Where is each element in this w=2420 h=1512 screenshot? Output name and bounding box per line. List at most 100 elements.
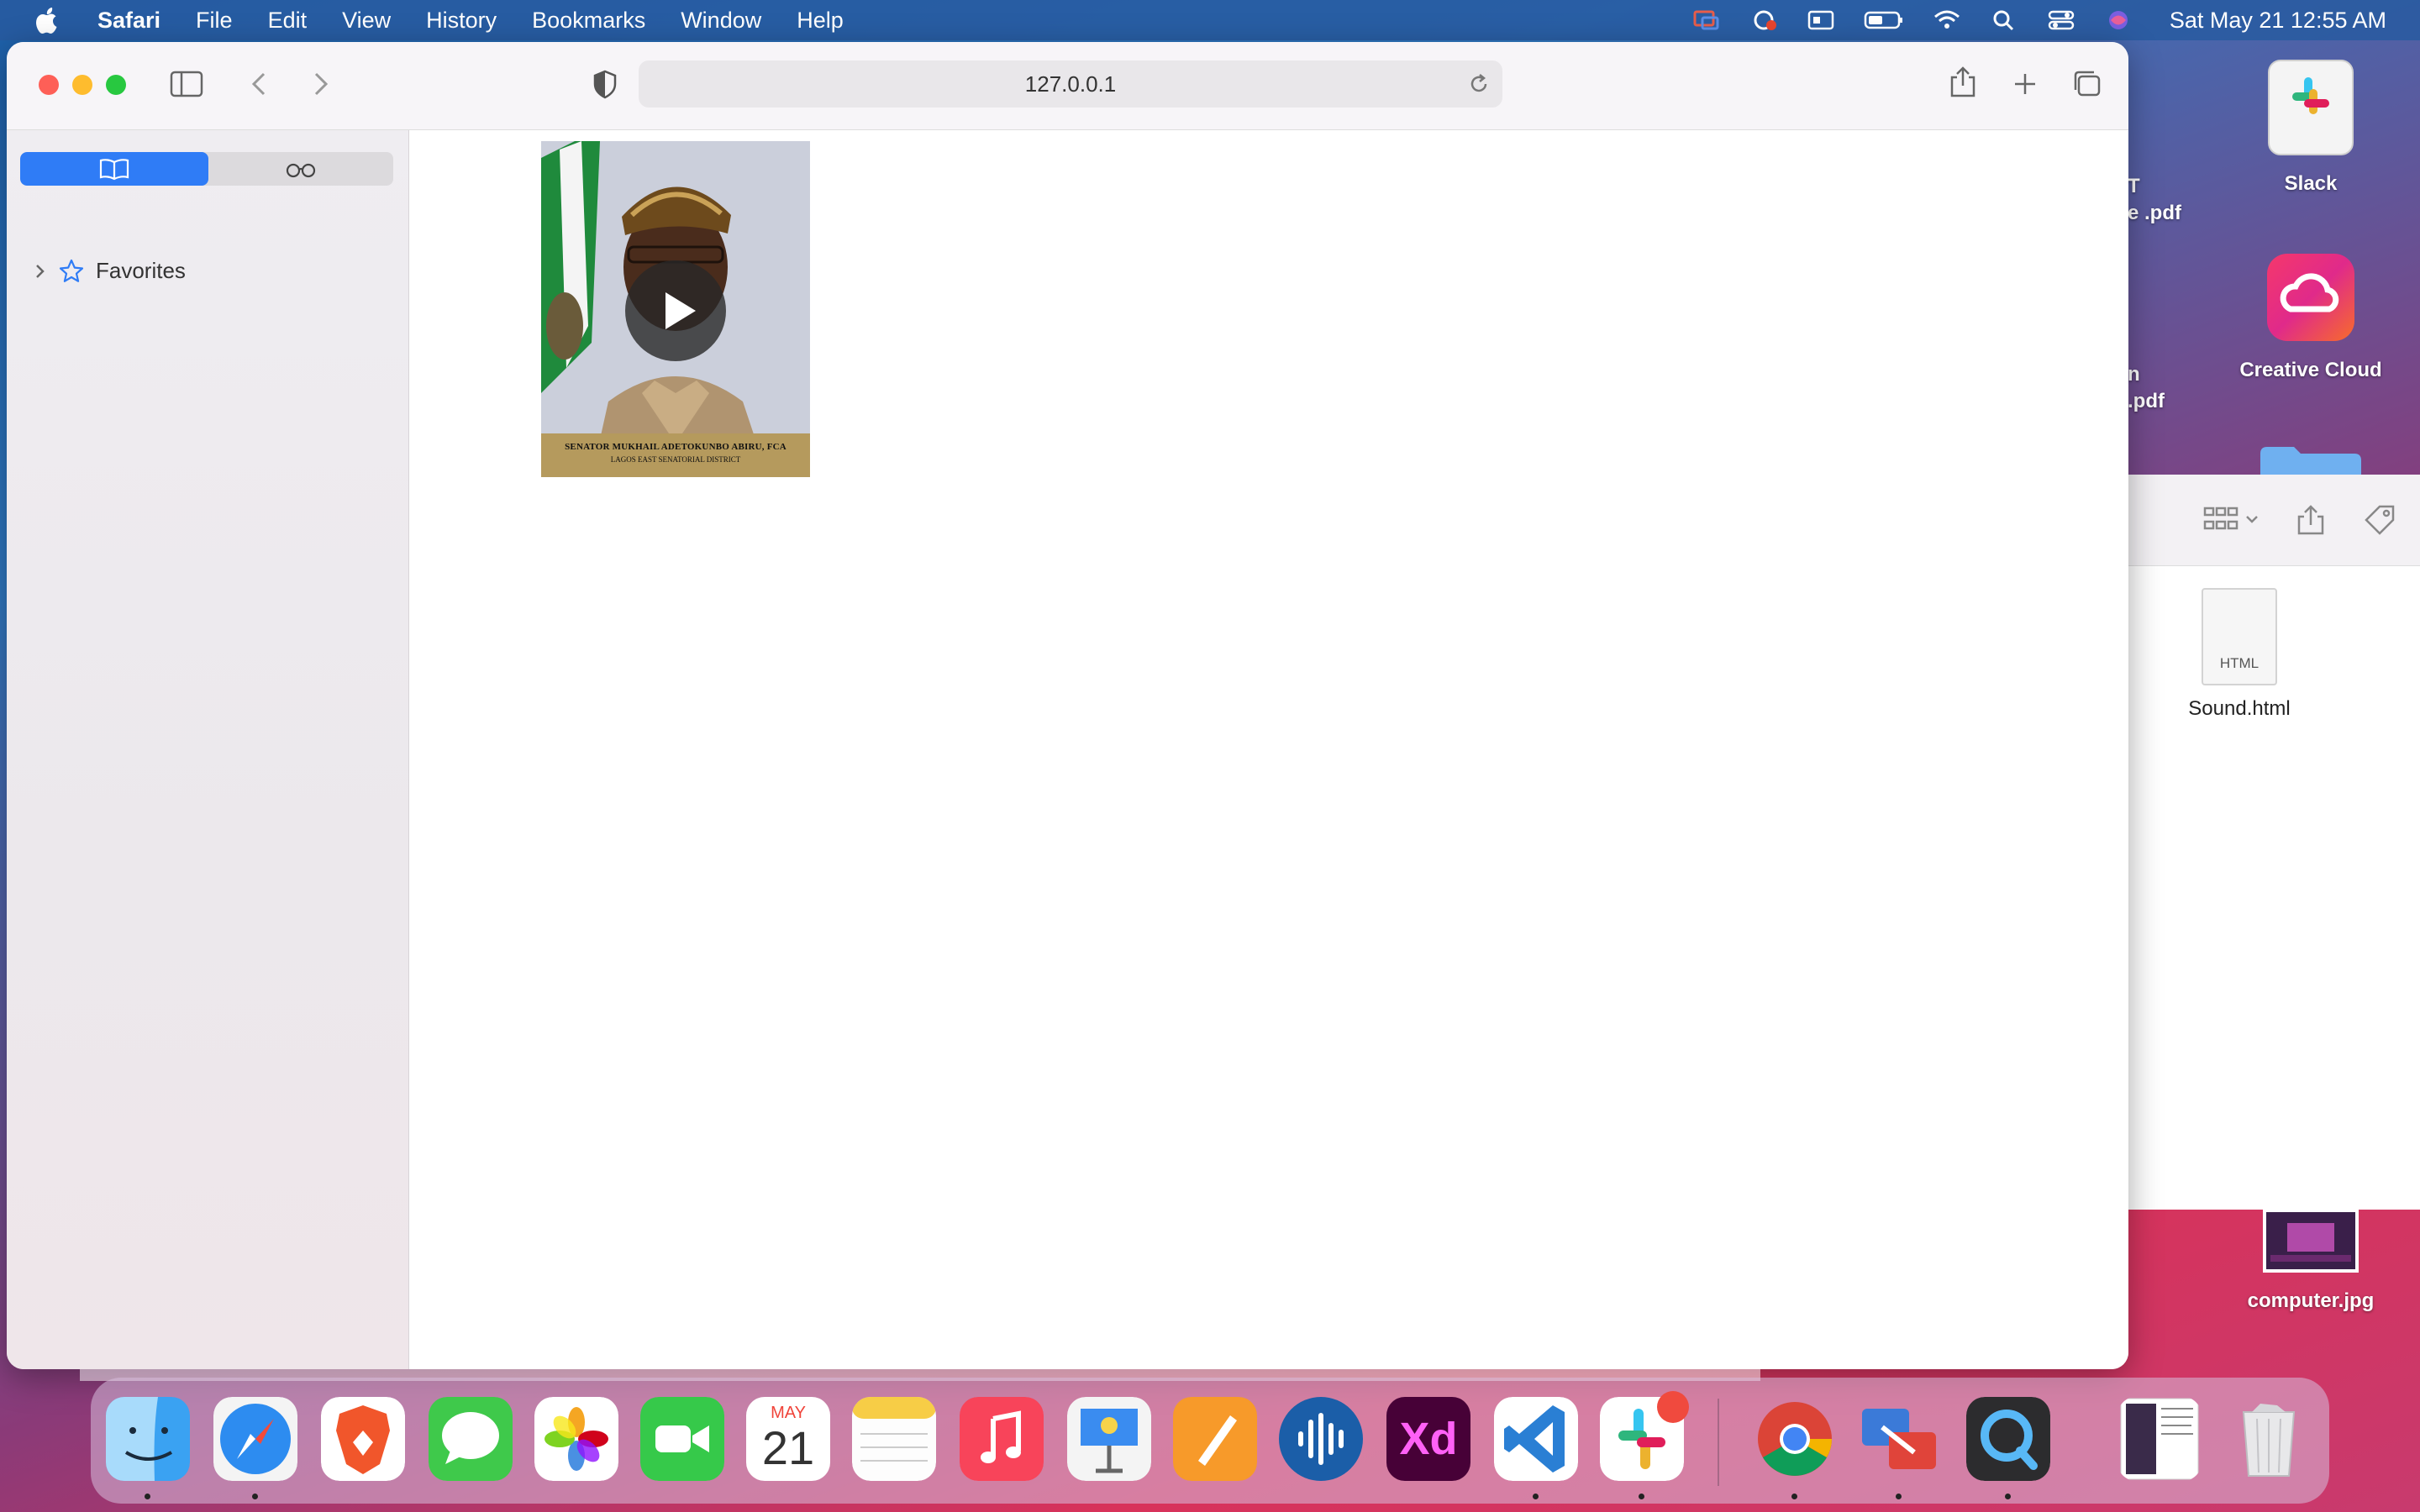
music-dock-icon[interactable] bbox=[960, 1397, 1044, 1481]
desktop-item-label: Creative Cloud bbox=[2239, 359, 2382, 381]
video-player[interactable]: SENATOR MUKHAIL ADETOKUNBO ABIRU, FCA LA… bbox=[541, 141, 810, 477]
siri-icon[interactable] bbox=[2104, 9, 2133, 31]
desktop-partial-label: .pdf bbox=[2128, 390, 2165, 412]
pages-dock-icon[interactable] bbox=[1173, 1397, 1257, 1481]
display-icon[interactable] bbox=[1807, 9, 1835, 31]
new-tab-icon[interactable] bbox=[2007, 67, 2044, 101]
finder-window bbox=[2126, 475, 2420, 1210]
close-button[interactable] bbox=[39, 75, 59, 95]
adobe-xd-dock-icon[interactable]: Xd bbox=[1386, 1397, 1470, 1481]
running-indicator bbox=[2005, 1494, 2011, 1499]
favorites-item[interactable]: Favorites bbox=[32, 258, 186, 284]
quicktime-dock-icon[interactable] bbox=[1966, 1397, 2050, 1481]
address-bar[interactable]: 127.0.0.1 bbox=[639, 60, 1502, 108]
safari-dock-icon[interactable] bbox=[213, 1397, 297, 1481]
menu-history[interactable]: History bbox=[426, 8, 497, 34]
downloads-stack-icon[interactable] bbox=[2118, 1397, 2202, 1481]
share-icon[interactable] bbox=[2294, 505, 2328, 535]
menu-help[interactable]: Help bbox=[797, 8, 844, 34]
sidebar-segmented-control bbox=[20, 152, 393, 186]
view-options-icon[interactable] bbox=[2203, 505, 2262, 535]
folder-icon[interactable] bbox=[2260, 444, 2361, 477]
control-center-icon[interactable] bbox=[2047, 9, 2075, 31]
menubar-clock[interactable]: Sat May 21 12:55 AM bbox=[2170, 8, 2386, 34]
html-file-icon: HTML bbox=[2202, 588, 2277, 685]
menu-file[interactable]: File bbox=[196, 8, 233, 34]
reload-icon[interactable] bbox=[1467, 72, 1491, 96]
file-type-label: HTML bbox=[2219, 655, 2260, 671]
notes-dock-icon[interactable] bbox=[852, 1397, 936, 1481]
image-thumbnail-icon bbox=[2263, 1209, 2359, 1273]
desktop-item-slack[interactable]: Slack bbox=[2210, 59, 2412, 196]
forward-icon[interactable] bbox=[301, 67, 338, 101]
trash-dock-icon[interactable] bbox=[2227, 1397, 2311, 1481]
dock-separator bbox=[1718, 1399, 1719, 1486]
menu-app-name[interactable]: Safari bbox=[97, 8, 160, 34]
reading-list-tab[interactable] bbox=[208, 152, 393, 186]
battery-icon[interactable] bbox=[1864, 9, 1904, 31]
finder-dock-icon[interactable] bbox=[106, 1397, 190, 1481]
desktop-partial-label: n bbox=[2128, 363, 2140, 386]
brave-dock-icon[interactable] bbox=[321, 1397, 405, 1481]
finder-file-sound-html[interactable]: HTML Sound.html bbox=[2176, 588, 2302, 721]
menu-edit[interactable]: Edit bbox=[268, 8, 308, 34]
apple-menu-icon[interactable] bbox=[34, 6, 60, 34]
sidebar-toggle-icon[interactable] bbox=[168, 67, 205, 101]
slack-drive-icon bbox=[2268, 60, 2354, 155]
menu-bookmarks[interactable]: Bookmarks bbox=[532, 8, 645, 34]
facetime-dock-icon[interactable] bbox=[640, 1397, 724, 1481]
spotlight-search-icon[interactable] bbox=[1990, 9, 2018, 31]
minimize-button[interactable] bbox=[72, 75, 92, 95]
disclosure-chevron-icon[interactable] bbox=[32, 261, 49, 281]
photos-dock-icon[interactable] bbox=[534, 1397, 618, 1481]
menu-view[interactable]: View bbox=[342, 8, 391, 34]
tab-overview-icon[interactable] bbox=[2069, 67, 2106, 101]
xd-label: Xd bbox=[1399, 1414, 1458, 1464]
running-indicator bbox=[252, 1494, 258, 1499]
menu-window[interactable]: Window bbox=[681, 8, 761, 34]
finder-toolbar bbox=[2126, 475, 2420, 566]
status-area: Sat May 21 12:55 AM bbox=[1692, 0, 2386, 40]
url-text: 127.0.0.1 bbox=[1024, 71, 1117, 97]
running-indicator bbox=[1791, 1494, 1797, 1499]
desktop-item-label: computer.jpg bbox=[2247, 1289, 2375, 1312]
play-icon bbox=[666, 292, 696, 329]
calendar-month: MAY bbox=[771, 1404, 806, 1422]
desktop-item-computer-jpg[interactable]: computer.jpg bbox=[2210, 1208, 2412, 1313]
vscode-dock-icon[interactable] bbox=[1494, 1397, 1578, 1481]
chrome-dock-icon[interactable] bbox=[1753, 1397, 1837, 1481]
file-name: Sound.html bbox=[2188, 697, 2291, 720]
soundsource-dock-icon[interactable] bbox=[1279, 1397, 1363, 1481]
calendar-day: 21 bbox=[761, 1421, 815, 1474]
glasses-icon bbox=[286, 163, 316, 178]
tag-icon[interactable] bbox=[2363, 505, 2396, 535]
desktop-item-creative-cloud[interactable]: Creative Cloud bbox=[2210, 252, 2412, 382]
desktop-partial-label: T bbox=[2128, 175, 2140, 197]
zoom-button[interactable] bbox=[106, 75, 126, 95]
keynote-dock-icon[interactable] bbox=[1067, 1397, 1151, 1481]
screens-dock-icon[interactable] bbox=[1857, 1397, 1941, 1481]
bookmarks-tab[interactable] bbox=[20, 152, 208, 186]
screen-mirror-icon[interactable] bbox=[1692, 9, 1721, 31]
menu-bar: Safari File Edit View History Bookmarks … bbox=[0, 0, 2420, 40]
desktop-item-label: Slack bbox=[2284, 172, 2338, 195]
running-indicator bbox=[1639, 1494, 1644, 1499]
safari-window: 127.0.0.1 Favorites SENATOR MUKHAIL ADET… bbox=[7, 42, 2128, 1369]
calendar-dock-icon[interactable]: MAY 21 bbox=[746, 1397, 830, 1481]
desktop-partial-label: e .pdf bbox=[2128, 202, 2181, 224]
portrait-caption: SENATOR MUKHAIL ADETOKUNBO ABIRU, FCA LA… bbox=[541, 433, 810, 477]
creative-cloud-status-icon[interactable] bbox=[1749, 9, 1778, 31]
messages-dock-icon[interactable] bbox=[429, 1397, 513, 1481]
caption-name: SENATOR MUKHAIL ADETOKUNBO ABIRU, FCA bbox=[565, 442, 786, 452]
safari-sidebar: Favorites bbox=[7, 130, 409, 1369]
favorites-label: Favorites bbox=[96, 258, 186, 283]
wifi-icon[interactable] bbox=[1933, 9, 1961, 31]
play-button[interactable] bbox=[625, 260, 726, 361]
running-indicator bbox=[1896, 1494, 1902, 1499]
share-icon[interactable] bbox=[1944, 66, 1981, 99]
privacy-shield-icon[interactable] bbox=[587, 67, 623, 101]
book-icon bbox=[99, 159, 129, 181]
back-icon[interactable] bbox=[242, 67, 279, 101]
star-icon bbox=[59, 259, 84, 282]
running-indicator bbox=[1533, 1494, 1539, 1499]
